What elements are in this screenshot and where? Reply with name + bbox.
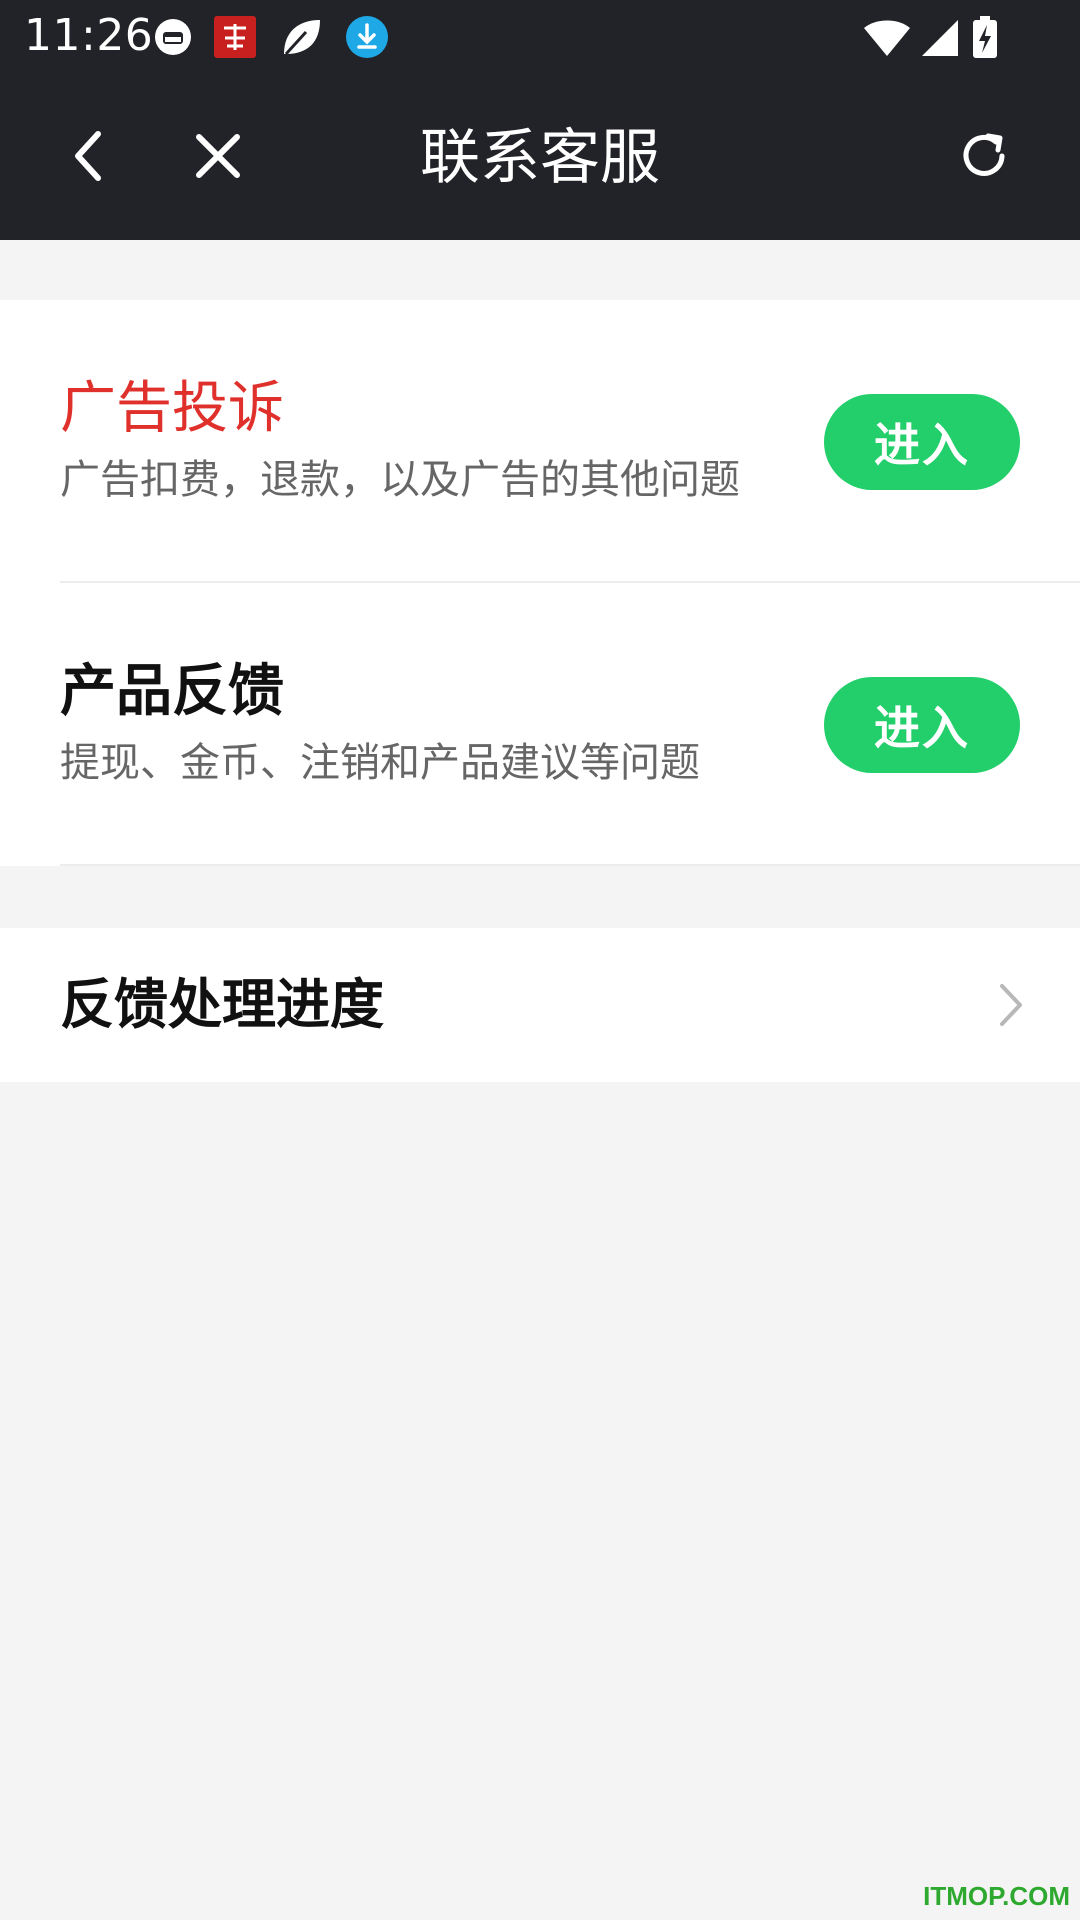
signal-icon [922,20,958,56]
status-time: 11:26 [24,10,154,61]
title-bar: 联系客服 [0,72,1080,240]
page-title: 联系客服 [420,123,660,193]
chevron-right-icon [1000,984,1022,1026]
service-ad-complaint: 广告投诉 广告扣费，退款，以及广告的其他问题 进入 [0,300,1080,583]
divider [60,864,1080,866]
feedback-progress-label: 反馈处理进度 [60,973,384,1036]
service-list: 广告投诉 广告扣费，退款，以及广告的其他问题 进入 产品反馈 提现、金币、注销和… [0,300,1080,866]
refresh-button[interactable] [948,120,1020,192]
refresh-icon [963,133,1005,176]
download-icon [346,16,388,58]
enter-ad-complaint-button[interactable]: 进入 [824,394,1020,490]
service-description: 广告扣费，退款，以及广告的其他问题 [60,457,740,503]
watermark: ITMOP.COM [923,1881,1070,1911]
feedback-progress-row[interactable]: 反馈处理进度 [0,928,1080,1082]
service-title: 广告投诉 [60,376,284,441]
app-icon [214,16,256,58]
service-title: 产品反馈 [60,659,284,724]
wifi-icon [864,20,910,56]
service-description: 提现、金币、注销和产品建议等问题 [60,740,700,786]
vpn-icon [155,19,191,55]
leaf-icon [284,20,320,56]
battery-charging-icon [973,16,997,58]
service-product-feedback: 产品反馈 提现、金币、注销和产品建议等问题 进入 [0,583,1080,866]
status-bar: 11:26 [0,0,1080,72]
enter-product-feedback-button[interactable]: 进入 [824,677,1020,773]
